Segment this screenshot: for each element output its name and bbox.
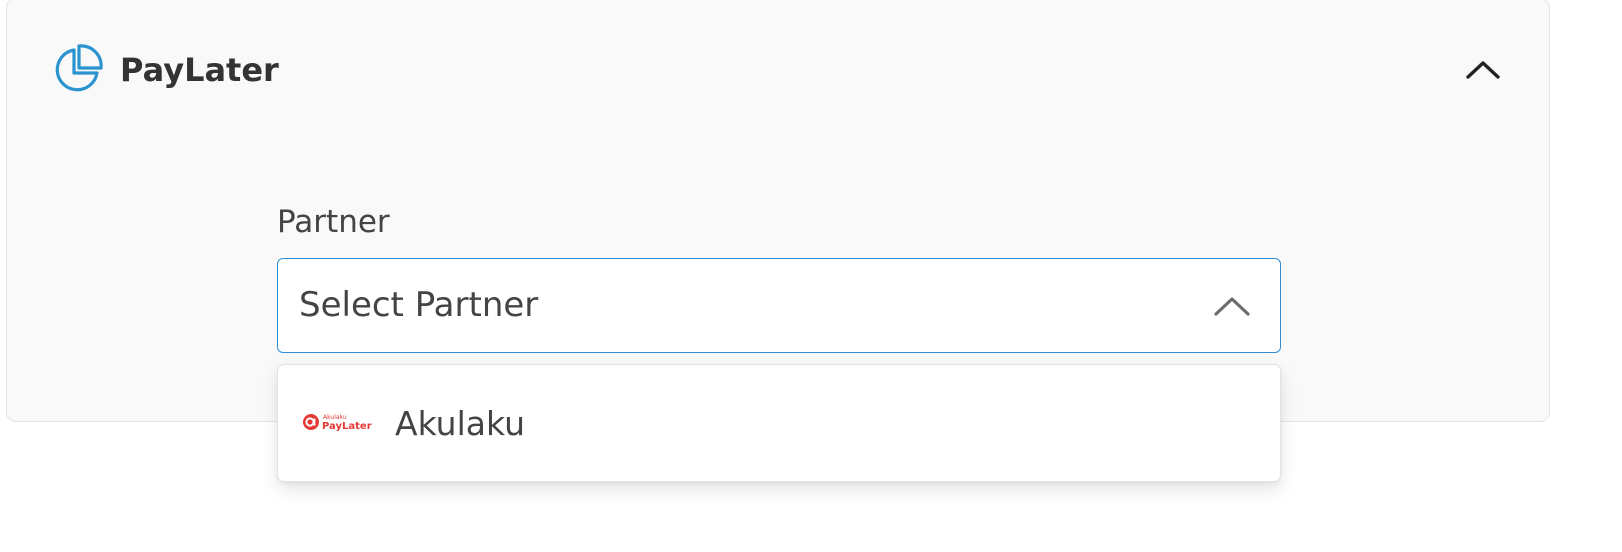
- logo-text-top: Akulaku: [323, 414, 347, 421]
- panel-header[interactable]: PayLater: [7, 0, 1549, 141]
- chevron-up-icon: [1212, 287, 1252, 325]
- partner-select-placeholder: Select Partner: [299, 285, 539, 325]
- panel-title: PayLater: [120, 51, 279, 89]
- partner-option-label: Akulaku: [395, 404, 525, 443]
- paylater-panel: PayLater: [6, 0, 1550, 422]
- partner-dropdown-menu: Akulaku PayLater Akulaku: [277, 364, 1281, 482]
- chevron-up-icon: [1465, 58, 1501, 85]
- partner-select[interactable]: Select Partner: [277, 258, 1281, 353]
- logo-text-bottom: PayLater: [322, 421, 372, 432]
- pie-chart-icon: [49, 43, 105, 99]
- akulaku-paylater-logo: Akulaku PayLater: [302, 411, 372, 433]
- partner-label: Partner: [277, 204, 390, 240]
- collapse-toggle-button[interactable]: [1461, 51, 1505, 91]
- partner-option-akulaku[interactable]: Akulaku PayLater Akulaku: [278, 365, 1280, 481]
